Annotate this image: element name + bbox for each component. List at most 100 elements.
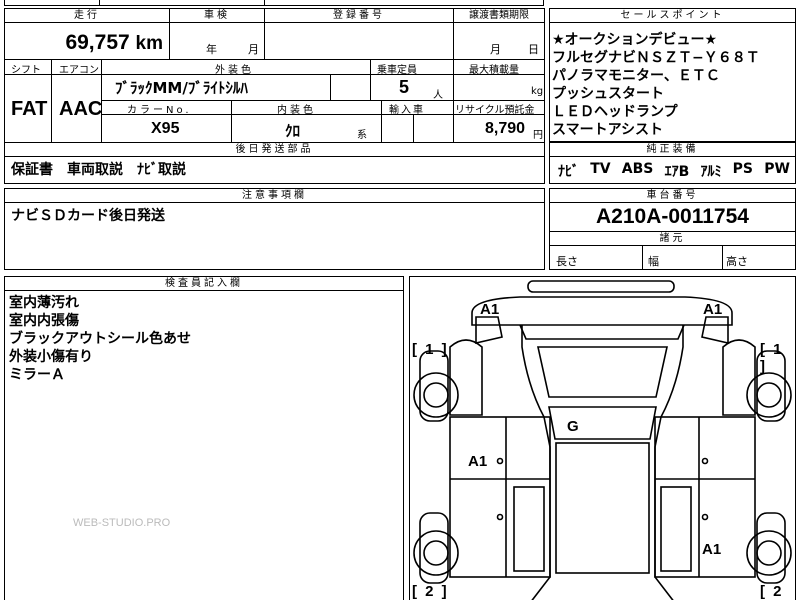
- interior-color-suffix: 系: [357, 130, 367, 141]
- spec-divider-2: [722, 246, 723, 270]
- inspector-header: 検査員記入欄: [5, 277, 403, 291]
- equipment-header: 純正装備: [550, 143, 795, 157]
- spec-width-label: 幅: [648, 255, 659, 268]
- equipment-item: PW: [764, 161, 790, 177]
- transfer-month-label: 月: [490, 43, 501, 56]
- bracket-rear-left: [ 2 ]: [412, 583, 449, 600]
- notes-box: 注意事項欄 ナビＳＤカード後日発送: [4, 188, 545, 270]
- equipment-item: ABS: [621, 161, 654, 177]
- transfer-day-label: 日: [528, 43, 539, 56]
- sales-point-item: スマートアシスト: [552, 122, 664, 138]
- spec-height-label: 高さ: [726, 255, 748, 268]
- body-outline: [521, 325, 684, 600]
- divider-capacity: [370, 60, 371, 100]
- aircon-value: AAC: [59, 98, 103, 120]
- mileage-value: 69,757 km: [65, 31, 163, 55]
- mileage-number: 69,757: [65, 31, 130, 54]
- windshield: [548, 406, 657, 440]
- divider-interior: [381, 100, 382, 142]
- inspector-note: 室内内張傷: [9, 313, 79, 329]
- front-wheel-right-inner: [756, 382, 782, 408]
- import-header: 輸入車: [389, 105, 425, 116]
- front-arch-right: [722, 339, 756, 416]
- registration-box: 登録番号: [264, 8, 454, 60]
- sales-point-item: パノラマモニター、ＥＴＣ: [552, 68, 720, 84]
- capacity-value: 5: [399, 77, 410, 97]
- recycle-header: リサイクル預託金: [455, 105, 535, 116]
- hood-inner: [537, 346, 668, 398]
- spec-row-box: シフト エアコン 外装色 乗車定員 最大積載量 FAT AAC ﾌﾞﾗｯｸMM/…: [4, 59, 545, 143]
- damage-mark-mirror-right: A1: [703, 301, 723, 318]
- sales-point-item: ＬＥＤヘッドランプ: [552, 104, 678, 120]
- car-diagram: [413, 280, 792, 600]
- interior-color-value: ｸﾛ: [285, 122, 301, 140]
- front-arch-left: [449, 339, 483, 416]
- damage-mark-front-door-left: A1: [468, 453, 488, 470]
- hood-outline: [471, 296, 733, 326]
- watermark: WEB-STUDIO.PRO: [73, 517, 171, 529]
- capacity-unit: 人: [433, 90, 443, 101]
- later-parts-value: 保証書 車両取説 ﾅﾋﾞ取説: [11, 162, 186, 178]
- inspector-note: ブラックアウトシール色あせ: [9, 331, 191, 347]
- shift-value: FAT: [11, 98, 48, 120]
- equipment-box: 純正装備 ﾅﾋﾞ TV ABS ｴｱB ｱﾙﾐ PS PW: [549, 142, 796, 184]
- rear-wheel-left-inner: [423, 540, 449, 566]
- registration-header: 登録番号: [265, 9, 453, 23]
- inspector-note: 室内薄汚れ: [9, 295, 79, 311]
- pillar-left: [513, 486, 545, 572]
- pillar-right: [660, 486, 692, 572]
- car-diagram-box: A1 A1 G A1 A1 [ 1 ] [ 1 ] [ 2 ] [ 2 ]: [409, 276, 796, 600]
- equipment-item: ｱﾙﾐ: [700, 164, 722, 180]
- notes-value: ナビＳＤカード後日発送: [11, 208, 165, 224]
- aircon-header: エアコン: [59, 65, 99, 76]
- inspector-note: ミラーＡ: [9, 367, 65, 383]
- spec-divider-1: [642, 246, 643, 270]
- damage-mark-windshield: G: [567, 418, 579, 435]
- sales-point-item: ★オークションデビュー★: [552, 32, 718, 48]
- divider-import: [413, 114, 414, 142]
- later-parts-box: 後日発送部品 保証書 車両取説 ﾅﾋﾞ取説: [4, 142, 545, 184]
- top-strip-cell-2: [99, 0, 265, 6]
- inspector-box: 検査員記入欄 室内薄汚れ 室内内張傷 ブラックアウトシール色あせ 外装小傷有り …: [4, 276, 404, 600]
- shaken-month-label: 月: [248, 43, 259, 56]
- sales-points-header: セールスポイント: [550, 9, 795, 23]
- capacity-header: 乗車定員: [377, 65, 417, 76]
- mirror-right: [701, 316, 729, 345]
- later-parts-header: 後日発送部品: [5, 143, 544, 157]
- handle-right-front: [701, 457, 709, 465]
- chassis-value: A210A-0011754: [596, 205, 749, 228]
- exterior-color-header: 外装色: [215, 65, 254, 76]
- chassis-header: 車台番号: [550, 189, 795, 203]
- color-no-header: カラーNo.: [127, 105, 192, 116]
- bracket-front-right: [ 1 ]: [760, 341, 784, 375]
- divider-load: [453, 60, 454, 142]
- divider-color: [330, 74, 331, 100]
- bracket-rear-right: [ 2 ]: [760, 583, 784, 600]
- sales-point-item: プッシュスタート: [552, 86, 664, 102]
- damage-mark-rear-right: A1: [702, 541, 722, 558]
- rear-wheel-right-inner: [756, 540, 782, 566]
- inspector-note: 外装小傷有り: [9, 349, 93, 365]
- handle-right-rear: [701, 513, 709, 521]
- notes-header: 注意事項欄: [5, 189, 544, 203]
- shaken-box: 車検 年 月: [169, 8, 265, 60]
- mileage-header: 走行: [5, 9, 169, 23]
- mirror-left: [475, 316, 503, 345]
- spec-length-label: 長さ: [556, 255, 578, 268]
- transfer-deadline-header: 譲渡書類期限: [454, 9, 544, 23]
- exterior-color-value: ﾌﾞﾗｯｸMM/ﾌﾞﾗｲﾄｼﾙﾊ: [115, 79, 248, 97]
- handle-left-front: [496, 457, 504, 465]
- front-bumper: [527, 280, 675, 293]
- top-strip-cell-1: [4, 0, 100, 6]
- equipment-item: TV: [590, 161, 611, 177]
- shaken-header: 車検: [170, 9, 264, 23]
- divider-colorno: [231, 100, 232, 142]
- equipment-item: ﾅﾋﾞ: [558, 164, 579, 180]
- sales-points-box: セールスポイント ★オークションデビュー★ フルセグナビＮＳＺＴ−Ｙ６８Ｔ パノ…: [549, 8, 796, 142]
- divider-shift: [51, 60, 52, 142]
- recycle-unit: 円: [533, 130, 543, 141]
- roof: [555, 442, 650, 574]
- max-load-header: 最大積載量: [469, 65, 519, 76]
- chassis-box: 車台番号 A210A-0011754 諸元 長さ 幅 高さ: [549, 188, 796, 270]
- interior-color-header: 内装色: [277, 105, 316, 116]
